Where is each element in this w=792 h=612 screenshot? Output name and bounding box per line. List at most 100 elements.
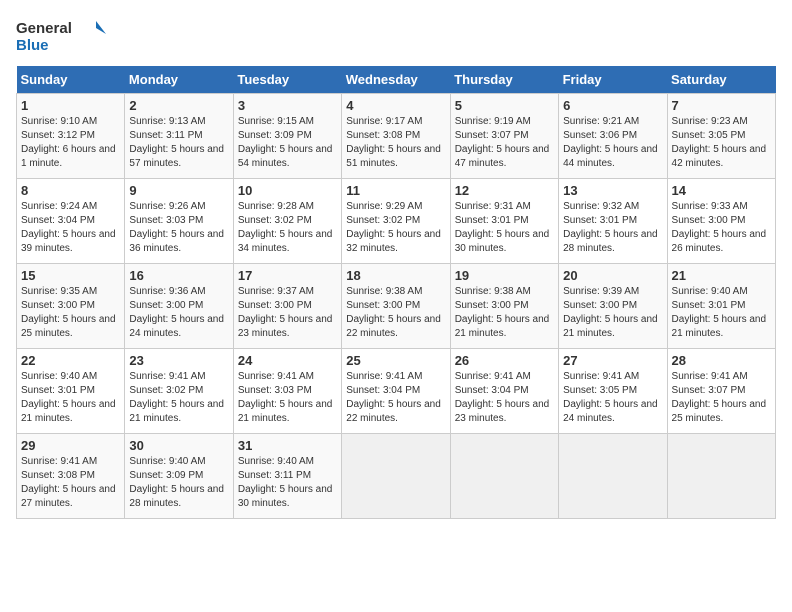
weekday-header-tuesday: Tuesday [233, 66, 341, 94]
day-number: 28 [672, 353, 771, 368]
calendar-week-row: 29Sunrise: 9:41 AMSunset: 3:08 PMDayligh… [17, 434, 776, 519]
weekday-header-friday: Friday [559, 66, 667, 94]
day-detail: Sunrise: 9:39 AMSunset: 3:00 PMDaylight:… [563, 285, 662, 341]
day-detail: Sunrise: 9:19 AMSunset: 3:07 PMDaylight:… [455, 115, 554, 171]
day-number: 1 [21, 98, 120, 113]
day-detail: Sunrise: 9:29 AMSunset: 3:02 PMDaylight:… [346, 200, 445, 256]
day-detail: Sunrise: 9:41 AMSunset: 3:08 PMDaylight:… [21, 455, 120, 511]
day-detail: Sunrise: 9:35 AMSunset: 3:00 PMDaylight:… [21, 285, 120, 341]
day-number: 2 [129, 98, 228, 113]
day-detail: Sunrise: 9:41 AMSunset: 3:02 PMDaylight:… [129, 370, 228, 426]
calendar-cell: 24 Sunrise: 9:41 AMSunset: 3:03 PMDayligh… [233, 349, 341, 434]
logo-svg: General Blue [16, 16, 106, 56]
day-detail: Sunrise: 9:17 AMSunset: 3:08 PMDaylight:… [346, 115, 445, 171]
calendar-cell: 13 Sunrise: 9:32 AMSunset: 3:01 PMDayligh… [559, 179, 667, 264]
calendar-cell: 16Sunrise: 9:36 AMSunset: 3:00 PMDayligh… [125, 264, 233, 349]
weekday-header-row: SundayMondayTuesdayWednesdayThursdayFrid… [17, 66, 776, 94]
day-detail: Sunrise: 9:38 AMSunset: 3:00 PMDaylight:… [455, 285, 554, 341]
calendar-cell: 10 Sunrise: 9:28 AMSunset: 3:02 PMDayligh… [233, 179, 341, 264]
calendar-week-row: 22 Sunrise: 9:40 AMSunset: 3:01 PMDayligh… [17, 349, 776, 434]
day-detail: Sunrise: 9:41 AMSunset: 3:04 PMDaylight:… [346, 370, 445, 426]
svg-text:General: General [16, 20, 72, 37]
day-detail: Sunrise: 9:41 AMSunset: 3:04 PMDaylight:… [455, 370, 554, 426]
calendar-week-row: 15Sunrise: 9:35 AMSunset: 3:00 PMDayligh… [17, 264, 776, 349]
day-detail: Sunrise: 9:10 AMSunset: 3:12 PMDaylight:… [21, 115, 120, 171]
calendar-cell: 6 Sunrise: 9:21 AMSunset: 3:06 PMDaylight… [559, 94, 667, 179]
day-detail: Sunrise: 9:33 AMSunset: 3:00 PMDaylight:… [672, 200, 771, 256]
day-number: 13 [563, 183, 662, 198]
day-number: 26 [455, 353, 554, 368]
day-number: 18 [346, 268, 445, 283]
calendar-cell: 25Sunrise: 9:41 AMSunset: 3:04 PMDayligh… [342, 349, 450, 434]
calendar-cell: 17 Sunrise: 9:37 AMSunset: 3:00 PMDayligh… [233, 264, 341, 349]
calendar-cell: 14 Sunrise: 9:33 AMSunset: 3:00 PMDayligh… [667, 179, 775, 264]
day-detail: Sunrise: 9:41 AMSunset: 3:07 PMDaylight:… [672, 370, 771, 426]
calendar-cell: 5 Sunrise: 9:19 AMSunset: 3:07 PMDaylight… [450, 94, 558, 179]
weekday-header-saturday: Saturday [667, 66, 775, 94]
day-number: 21 [672, 268, 771, 283]
day-number: 22 [21, 353, 120, 368]
calendar-week-row: 8 Sunrise: 9:24 AMSunset: 3:04 PMDaylight… [17, 179, 776, 264]
day-number: 7 [672, 98, 771, 113]
day-number: 23 [129, 353, 228, 368]
calendar-cell: 7 Sunrise: 9:23 AMSunset: 3:05 PMDaylight… [667, 94, 775, 179]
weekday-header-wednesday: Wednesday [342, 66, 450, 94]
calendar-week-row: 1 Sunrise: 9:10 AMSunset: 3:12 PMDaylight… [17, 94, 776, 179]
day-number: 4 [346, 98, 445, 113]
calendar-cell: 8 Sunrise: 9:24 AMSunset: 3:04 PMDaylight… [17, 179, 125, 264]
calendar-cell [667, 434, 775, 519]
day-detail: Sunrise: 9:21 AMSunset: 3:06 PMDaylight:… [563, 115, 662, 171]
calendar-cell: 2 Sunrise: 9:13 AMSunset: 3:11 PMDaylight… [125, 94, 233, 179]
header: General Blue [16, 16, 776, 56]
logo: General Blue [16, 16, 106, 56]
day-number: 31 [238, 438, 337, 453]
calendar-cell [342, 434, 450, 519]
calendar-cell: 23 Sunrise: 9:41 AMSunset: 3:02 PMDayligh… [125, 349, 233, 434]
svg-text:Blue: Blue [16, 37, 49, 54]
day-detail: Sunrise: 9:32 AMSunset: 3:01 PMDaylight:… [563, 200, 662, 256]
calendar-cell: 3Sunrise: 9:15 AMSunset: 3:09 PMDaylight… [233, 94, 341, 179]
day-number: 24 [238, 353, 337, 368]
day-detail: Sunrise: 9:41 AMSunset: 3:03 PMDaylight:… [238, 370, 337, 426]
calendar-cell: 28 Sunrise: 9:41 AMSunset: 3:07 PMDayligh… [667, 349, 775, 434]
calendar-cell: 20Sunrise: 9:39 AMSunset: 3:00 PMDayligh… [559, 264, 667, 349]
weekday-header-monday: Monday [125, 66, 233, 94]
calendar-cell: 11 Sunrise: 9:29 AMSunset: 3:02 PMDayligh… [342, 179, 450, 264]
day-detail: Sunrise: 9:40 AMSunset: 3:11 PMDaylight:… [238, 455, 337, 511]
calendar-cell: 4 Sunrise: 9:17 AMSunset: 3:08 PMDaylight… [342, 94, 450, 179]
day-number: 17 [238, 268, 337, 283]
calendar-cell: 9 Sunrise: 9:26 AMSunset: 3:03 PMDaylight… [125, 179, 233, 264]
day-number: 16 [129, 268, 228, 283]
day-detail: Sunrise: 9:37 AMSunset: 3:00 PMDaylight:… [238, 285, 337, 341]
day-detail: Sunrise: 9:23 AMSunset: 3:05 PMDaylight:… [672, 115, 771, 171]
calendar-cell: 12Sunrise: 9:31 AMSunset: 3:01 PMDayligh… [450, 179, 558, 264]
day-number: 14 [672, 183, 771, 198]
day-detail: Sunrise: 9:26 AMSunset: 3:03 PMDaylight:… [129, 200, 228, 256]
weekday-header-sunday: Sunday [17, 66, 125, 94]
day-number: 27 [563, 353, 662, 368]
calendar-cell: 1 Sunrise: 9:10 AMSunset: 3:12 PMDaylight… [17, 94, 125, 179]
day-detail: Sunrise: 9:41 AMSunset: 3:05 PMDaylight:… [563, 370, 662, 426]
day-number: 11 [346, 183, 445, 198]
day-detail: Sunrise: 9:28 AMSunset: 3:02 PMDaylight:… [238, 200, 337, 256]
day-number: 10 [238, 183, 337, 198]
day-detail: Sunrise: 9:40 AMSunset: 3:09 PMDaylight:… [129, 455, 228, 511]
calendar-cell: 18 Sunrise: 9:38 AMSunset: 3:00 PMDayligh… [342, 264, 450, 349]
day-number: 3 [238, 98, 337, 113]
weekday-header-thursday: Thursday [450, 66, 558, 94]
calendar-cell: 27 Sunrise: 9:41 AMSunset: 3:05 PMDayligh… [559, 349, 667, 434]
day-number: 6 [563, 98, 662, 113]
calendar-cell: 26 Sunrise: 9:41 AMSunset: 3:04 PMDayligh… [450, 349, 558, 434]
day-detail: Sunrise: 9:38 AMSunset: 3:00 PMDaylight:… [346, 285, 445, 341]
day-detail: Sunrise: 9:24 AMSunset: 3:04 PMDaylight:… [21, 200, 120, 256]
day-number: 5 [455, 98, 554, 113]
calendar-cell [450, 434, 558, 519]
day-number: 9 [129, 183, 228, 198]
day-detail: Sunrise: 9:40 AMSunset: 3:01 PMDaylight:… [21, 370, 120, 426]
calendar-table: SundayMondayTuesdayWednesdayThursdayFrid… [16, 66, 776, 519]
day-number: 8 [21, 183, 120, 198]
day-detail: Sunrise: 9:13 AMSunset: 3:11 PMDaylight:… [129, 115, 228, 171]
day-number: 12 [455, 183, 554, 198]
calendar-cell: 19 Sunrise: 9:38 AMSunset: 3:00 PMDayligh… [450, 264, 558, 349]
day-number: 19 [455, 268, 554, 283]
